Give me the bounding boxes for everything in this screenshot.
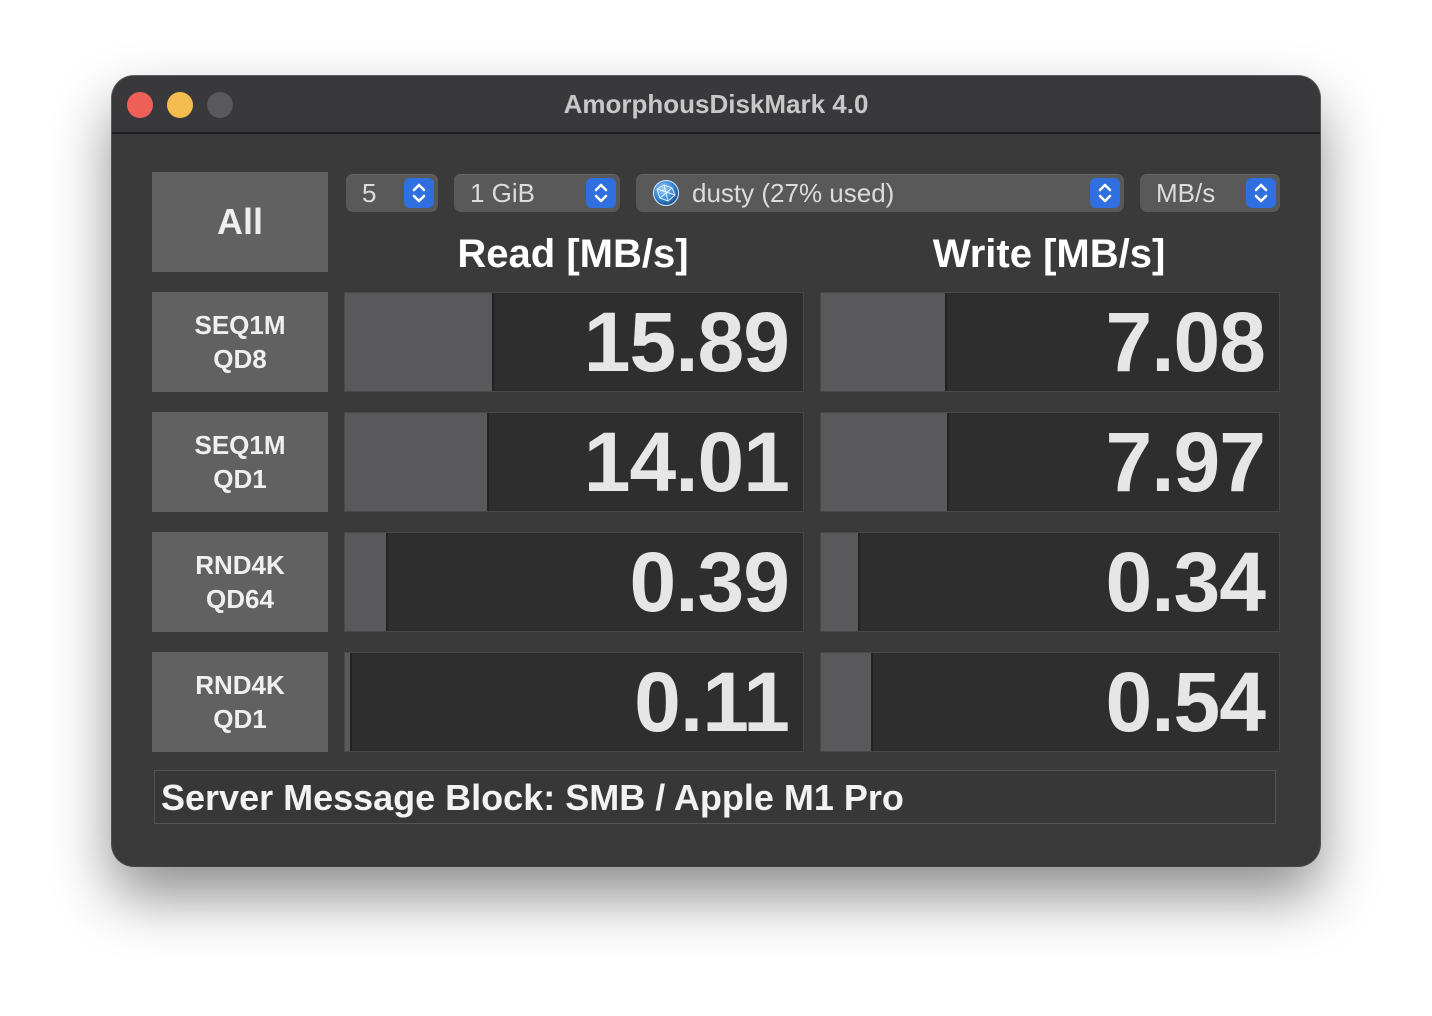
rnd4k-qd1-test-button[interactable]: RND4K QD1 — [152, 652, 328, 752]
row-label-line2: QD8 — [213, 344, 267, 374]
write-progress-bar — [821, 293, 947, 391]
read-result-value: 0.39 — [629, 535, 790, 629]
write-column-header: Write [MB/s] — [932, 232, 1166, 276]
read-result-cell: 0.39 — [344, 532, 804, 632]
read-result-cell: 14.01 — [344, 412, 804, 512]
row-label-line1: SEQ1M — [194, 310, 286, 340]
write-progress-bar — [821, 533, 860, 631]
write-result-cell: 0.34 — [820, 532, 1280, 632]
row-label-line1: RND4K — [195, 550, 285, 580]
title-bar: AmorphousDiskMark 4.0 — [112, 76, 1320, 134]
write-result-value: 7.08 — [1105, 295, 1266, 389]
window-title: AmorphousDiskMark 4.0 — [563, 89, 869, 119]
app-window: AmorphousDiskMark 4.0 All 5 1 GiB dusty … — [112, 76, 1320, 866]
read-column-header: Read [MB/s] — [457, 232, 689, 276]
read-progress-bar — [345, 653, 352, 751]
write-result-value: 0.34 — [1105, 535, 1266, 629]
unit-value: MB/s — [1156, 178, 1216, 208]
read-result-cell: 0.11 — [344, 652, 804, 752]
write-result-cell: 0.54 — [820, 652, 1280, 752]
row-label-line1: RND4K — [195, 670, 285, 700]
up-down-chevron-icon — [1246, 178, 1276, 208]
row-label-line1: SEQ1M — [194, 430, 286, 460]
test-count-select[interactable]: 5 — [346, 174, 438, 212]
up-down-chevron-icon — [586, 178, 616, 208]
unit-select[interactable]: MB/s — [1140, 174, 1280, 212]
row-label-line2: QD1 — [213, 464, 267, 494]
read-progress-bar — [345, 293, 494, 391]
up-down-chevron-icon — [1090, 178, 1120, 208]
write-progress-bar — [821, 413, 949, 511]
read-progress-bar — [345, 413, 489, 511]
comment-field[interactable]: Server Message Block: SMB / Apple M1 Pro — [154, 770, 1276, 824]
row-label-line2: QD64 — [206, 584, 274, 614]
rnd4k-qd64-test-button[interactable]: RND4K QD64 — [152, 532, 328, 632]
test-count-value: 5 — [362, 178, 377, 208]
seq1m-qd8-test-button[interactable]: SEQ1M QD8 — [152, 292, 328, 392]
read-result-cell: 15.89 — [344, 292, 804, 392]
target-volume-select[interactable]: dusty (27% used) — [636, 174, 1124, 212]
write-result-cell: 7.97 — [820, 412, 1280, 512]
write-result-value: 0.54 — [1105, 655, 1266, 749]
run-all-button[interactable]: All — [152, 172, 328, 272]
write-result-cell: 7.08 — [820, 292, 1280, 392]
read-progress-bar — [345, 533, 388, 631]
read-result-value: 15.89 — [583, 295, 790, 389]
read-result-value: 14.01 — [583, 415, 790, 509]
target-volume-value: dusty (27% used) — [692, 178, 895, 208]
write-progress-bar — [821, 653, 873, 751]
row-label-line2: QD1 — [213, 704, 267, 734]
up-down-chevron-icon — [404, 178, 434, 208]
write-result-value: 7.97 — [1105, 415, 1266, 509]
network-globe-icon — [652, 179, 680, 207]
read-result-value: 0.11 — [634, 655, 790, 749]
seq1m-qd1-test-button[interactable]: SEQ1M QD1 — [152, 412, 328, 512]
test-size-value: 1 GiB — [470, 178, 536, 208]
test-size-select[interactable]: 1 GiB — [454, 174, 620, 212]
